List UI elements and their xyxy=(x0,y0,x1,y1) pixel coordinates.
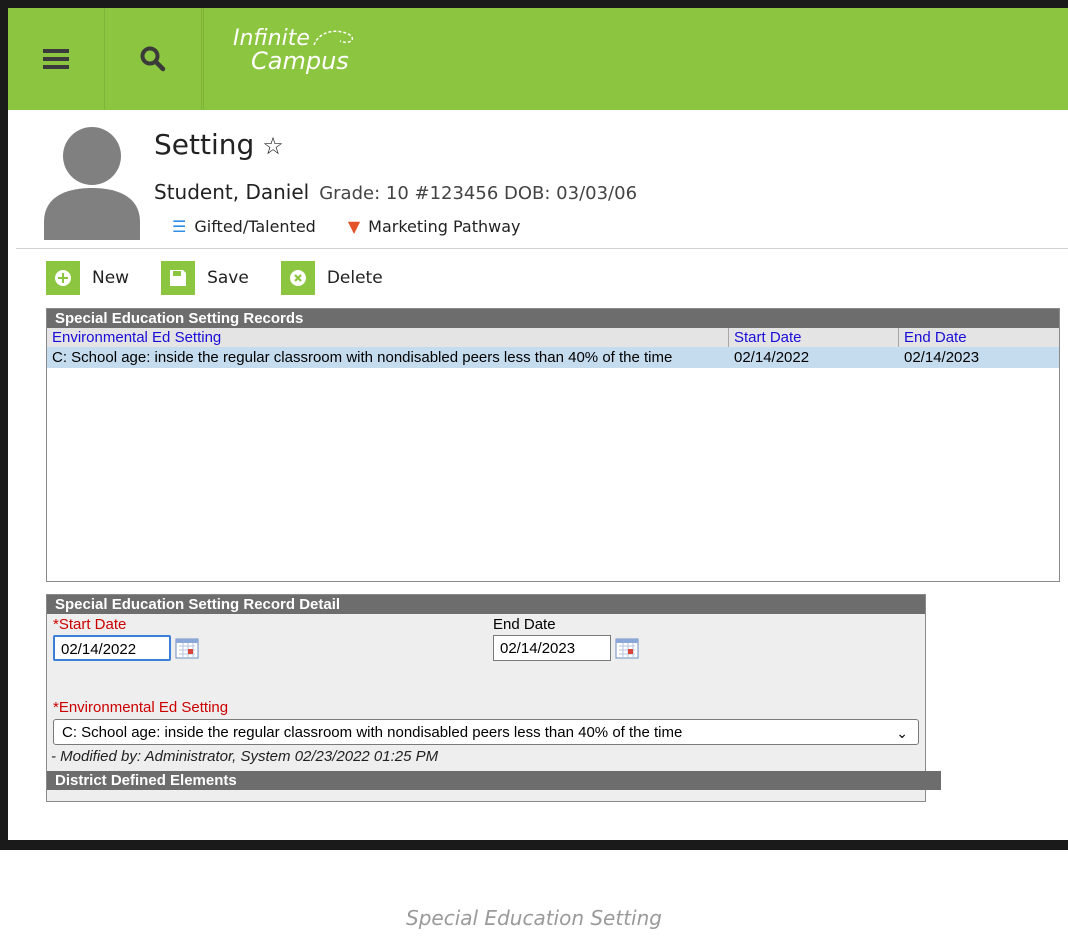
save-icon-box xyxy=(161,261,196,295)
search-icon xyxy=(140,46,166,72)
start-date-calendar-icon[interactable] xyxy=(175,637,199,659)
column-header-end-date[interactable]: End Date xyxy=(899,328,1059,347)
plus-circle-icon xyxy=(55,270,71,286)
list-check-icon: ☰ xyxy=(172,217,187,236)
cell-end-date: 02/14/2023 xyxy=(904,349,980,366)
setting-detail-panel: Special Education Setting Record Detail … xyxy=(46,594,941,802)
student-meta: Grade: 10 #123456 DOB: 03/03/06 xyxy=(319,183,638,204)
start-date-input[interactable]: 02/14/2022 xyxy=(53,635,171,661)
table-row[interactable]: C: School age: inside the regular classr… xyxy=(47,347,1059,368)
flag-gifted-label: Gifted/Talented xyxy=(194,217,316,236)
setting-records-panel: Special Education Setting Records Enviro… xyxy=(46,308,1060,582)
end-date-input[interactable]: 02/14/2023 xyxy=(493,635,611,661)
cell-start-date: 02/14/2022 xyxy=(734,349,810,366)
save-label: Save xyxy=(207,268,249,288)
page-title: Setting ☆ xyxy=(154,128,284,161)
modified-by-text: - Modified by: Administrator, System 02/… xyxy=(51,748,439,765)
hamburger-menu-icon xyxy=(43,49,69,69)
new-icon-box xyxy=(46,261,80,295)
page-title-text: Setting xyxy=(154,128,255,161)
column-header-setting[interactable]: Environmental Ed Setting xyxy=(47,328,729,347)
chevron-down-icon: ⌄ xyxy=(896,725,908,741)
flag-gifted-talented[interactable]: ☰ Gifted/Talented xyxy=(172,217,316,236)
student-name: Student, Daniel xyxy=(154,180,310,204)
delete-label: Delete xyxy=(326,268,383,288)
top-navigation-bar: Infinite Campus xyxy=(8,8,1068,110)
cell-setting: C: School age: inside the regular classr… xyxy=(52,349,673,366)
infinite-campus-logo[interactable]: Infinite Campus xyxy=(233,26,356,75)
delete-button[interactable]: Delete xyxy=(280,261,383,295)
environmental-setting-value: C: School age: inside the regular classr… xyxy=(62,724,683,741)
detail-panel-title: Special Education Setting Record Detail xyxy=(47,595,925,614)
column-header-start-date[interactable]: Start Date xyxy=(729,328,899,347)
records-panel-title: Special Education Setting Records xyxy=(47,309,1059,328)
student-flags: ☰ Gifted/Talented ▼ Marketing Pathway xyxy=(172,217,521,236)
action-toolbar: New Save Delete xyxy=(46,261,383,295)
end-date-label: End Date xyxy=(493,616,556,633)
flag-pathway-label: Marketing Pathway xyxy=(368,217,521,236)
figure-caption: Special Education Setting xyxy=(406,906,662,930)
student-info: Student, Daniel Grade: 10 #123456 DOB: 03… xyxy=(154,180,637,204)
student-avatar xyxy=(44,127,140,240)
save-button[interactable]: Save xyxy=(161,261,249,295)
new-button[interactable]: New xyxy=(46,261,129,295)
environmental-setting-select[interactable]: C: School age: inside the regular classr… xyxy=(53,719,919,745)
window-frame: Infinite Campus Setting ☆ Student, Daniel… xyxy=(0,0,1068,850)
x-circle-icon xyxy=(289,270,306,286)
end-date-calendar-icon[interactable] xyxy=(615,637,639,659)
district-defined-elements-header[interactable]: District Defined Elements xyxy=(47,771,941,790)
logo-line2: Campus xyxy=(251,47,349,75)
header-divider xyxy=(16,248,1068,249)
app-window: Infinite Campus Setting ☆ Student, Daniel… xyxy=(8,8,1068,840)
delete-icon-box xyxy=(280,261,315,295)
flag-marketing-pathway[interactable]: ▼ Marketing Pathway xyxy=(348,217,521,236)
setting-select-label: *Environmental Ed Setting xyxy=(53,699,229,716)
start-date-label: *Start Date xyxy=(53,616,127,633)
menu-button[interactable] xyxy=(8,8,105,110)
search-button[interactable] xyxy=(105,8,202,110)
favorite-star-icon[interactable]: ☆ xyxy=(262,132,284,160)
new-label: New xyxy=(92,268,130,288)
pathway-icon: ▼ xyxy=(347,217,361,236)
nav-divider xyxy=(202,8,204,110)
records-column-headers: Environmental Ed Setting Start Date End … xyxy=(47,328,1059,347)
floppy-save-icon xyxy=(170,270,187,286)
